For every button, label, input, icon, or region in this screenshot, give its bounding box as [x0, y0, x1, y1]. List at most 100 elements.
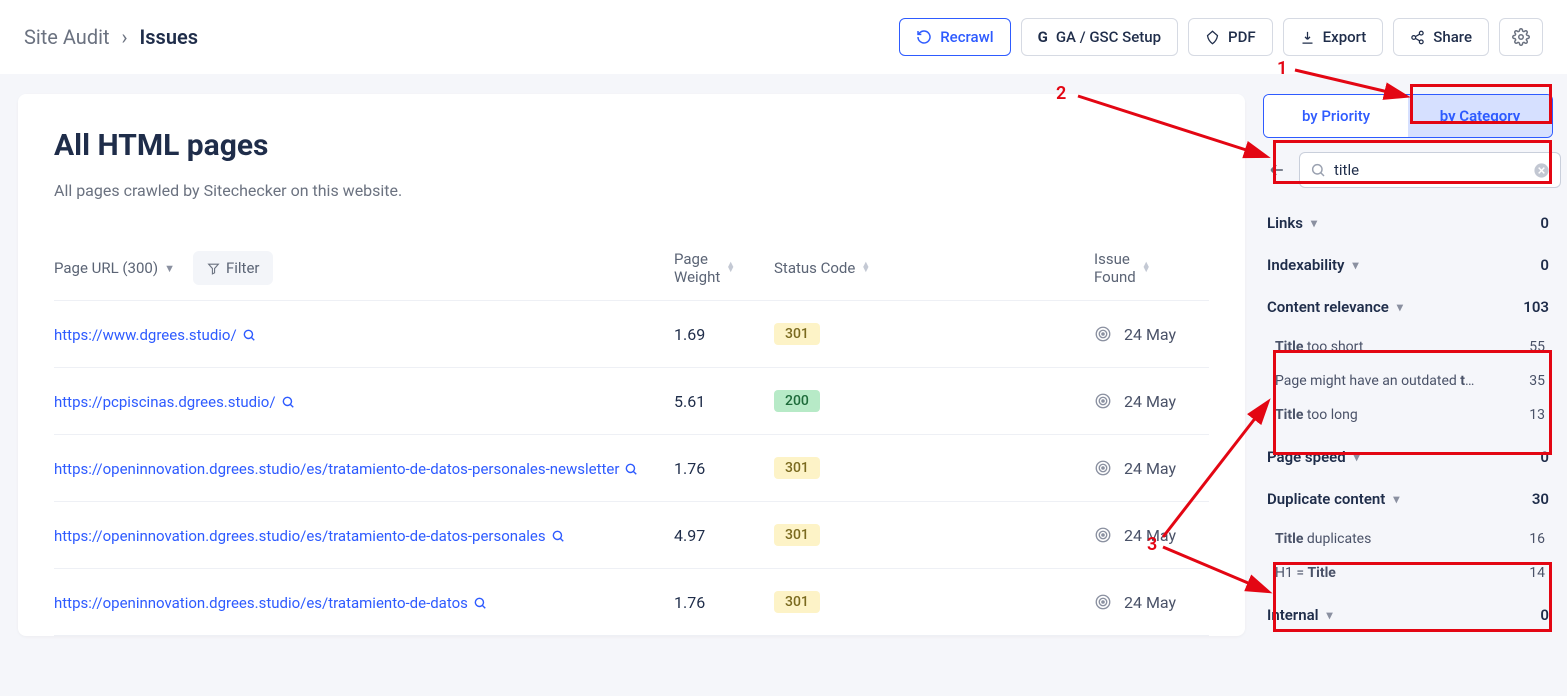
inspect-icon[interactable]	[242, 328, 256, 342]
refresh-icon	[916, 29, 932, 45]
category-count: 0	[1540, 256, 1549, 274]
table-row: https://openinnovation.dgrees.studio/es/…	[54, 569, 1209, 636]
col-found-l2[interactable]: Found	[1094, 268, 1136, 286]
main: All HTML pages All pages crawled by Site…	[0, 74, 1567, 636]
row-weight: 1.69	[674, 325, 774, 344]
chevron-down-icon: ▾	[1397, 300, 1403, 314]
bullseye-icon	[1094, 459, 1112, 477]
pdf-icon	[1205, 30, 1220, 45]
col-found-l1[interactable]: Issue	[1094, 250, 1136, 268]
row-url-link[interactable]: https://openinnovation.dgrees.studio/es/…	[54, 460, 619, 478]
category-label: Links	[1267, 214, 1303, 232]
download-icon	[1300, 30, 1315, 45]
issue-label: Title too short	[1275, 339, 1363, 355]
issue-count: 35	[1529, 373, 1545, 389]
bullseye-icon	[1094, 392, 1112, 410]
chevron-down-icon: ▾	[1354, 450, 1360, 464]
inspect-icon[interactable]	[281, 395, 295, 409]
ga-gsc-label: GA / GSC Setup	[1056, 28, 1161, 46]
category-links[interactable]: Links▾0	[1263, 202, 1553, 244]
share-button[interactable]: Share	[1393, 18, 1489, 56]
category-label: Content relevance	[1267, 298, 1389, 316]
bullseye-icon	[1094, 593, 1112, 611]
issue-count: 16	[1529, 531, 1545, 547]
issue-item[interactable]: Title too short 55	[1275, 330, 1545, 364]
row-url-link[interactable]: https://openinnovation.dgrees.studio/es/…	[54, 594, 468, 612]
pdf-label: PDF	[1228, 28, 1256, 46]
search-icon	[1310, 162, 1326, 178]
row-found: 24 May	[1094, 593, 1176, 612]
settings-button[interactable]	[1499, 18, 1543, 56]
inspect-icon[interactable]	[624, 462, 638, 476]
col-weight-l2[interactable]: Weight	[674, 268, 720, 286]
category-internal[interactable]: Internal▾0	[1263, 594, 1553, 636]
row-found: 24 May	[1094, 325, 1176, 344]
category-indexability[interactable]: Indexability▾0	[1263, 244, 1553, 286]
gear-icon	[1512, 28, 1530, 46]
inspect-icon[interactable]	[473, 596, 487, 610]
col-status-label[interactable]: Status Code	[774, 259, 855, 277]
page-subtitle: All pages crawled by Sitechecker on this…	[54, 181, 1209, 200]
issue-item[interactable]: Page might have an outdated t… 35	[1275, 364, 1545, 398]
issue-item[interactable]: Title too long13	[1275, 398, 1545, 432]
table-row: https://www.dgrees.studio/1.6930124 May	[54, 301, 1209, 368]
pdf-button[interactable]: PDF	[1188, 18, 1273, 56]
chevron-right-icon: ›	[122, 25, 128, 49]
share-label: Share	[1433, 28, 1472, 46]
export-button[interactable]: Export	[1283, 18, 1384, 56]
status-badge: 301	[774, 524, 820, 546]
category-items: Title duplicates16 H1 = Title 14	[1263, 520, 1553, 594]
search-row	[1263, 152, 1553, 188]
issue-item[interactable]: H1 = Title 14	[1275, 556, 1545, 590]
category-label: Indexability	[1267, 256, 1344, 274]
row-url-link[interactable]: https://www.dgrees.studio/	[54, 326, 237, 344]
sidebar: by Priority by Category Links▾0Indexabil…	[1263, 94, 1553, 636]
category-count: 0	[1540, 448, 1549, 466]
filter-button[interactable]: Filter	[193, 251, 274, 285]
category-count: 0	[1540, 214, 1549, 232]
table-body: https://www.dgrees.studio/1.6930124 Mayh…	[54, 301, 1209, 636]
recrawl-button[interactable]: Recrawl	[899, 18, 1010, 56]
status-badge: 200	[774, 390, 820, 412]
row-url-link[interactable]: https://openinnovation.dgrees.studio/es/…	[54, 527, 546, 545]
issue-count: 14	[1529, 565, 1545, 581]
issue-label: Page might have an outdated t…	[1275, 373, 1474, 389]
table-row: https://pcpiscinas.dgrees.studio/5.61200…	[54, 368, 1209, 435]
content-panel: All HTML pages All pages crawled by Site…	[18, 94, 1245, 636]
category-content-relevance[interactable]: Content relevance▾103	[1263, 286, 1553, 328]
issue-item[interactable]: Title duplicates16	[1275, 522, 1545, 556]
category-page-speed[interactable]: Page speed ▾ 0	[1263, 436, 1553, 478]
action-bar: Recrawl G GA / GSC Setup PDF Export Shar…	[899, 18, 1543, 56]
status-badge: 301	[774, 457, 820, 479]
category-duplicate-content[interactable]: Duplicate content▾30	[1263, 478, 1553, 520]
search-input[interactable]	[1334, 161, 1533, 179]
clear-icon[interactable]	[1533, 162, 1550, 179]
ga-gsc-button[interactable]: G GA / GSC Setup	[1021, 18, 1178, 56]
row-weight: 4.97	[674, 526, 774, 545]
category-count: 0	[1540, 606, 1549, 624]
category-label: Page speed	[1267, 448, 1346, 466]
recrawl-label: Recrawl	[940, 28, 993, 46]
row-found: 24 May	[1094, 392, 1176, 411]
col-weight-l1[interactable]: Page	[674, 250, 720, 268]
issue-count: 13	[1529, 407, 1545, 423]
row-url-link[interactable]: https://pcpiscinas.dgrees.studio/	[54, 393, 276, 411]
sort-icon[interactable]: ▲▼	[1142, 263, 1151, 273]
tab-by-category[interactable]: by Category	[1408, 95, 1552, 137]
status-badge: 301	[774, 591, 820, 613]
row-weight: 1.76	[674, 459, 774, 478]
row-weight: 1.76	[674, 593, 774, 612]
search-box	[1299, 152, 1561, 188]
issue-count: 55	[1529, 339, 1545, 355]
table-row: https://openinnovation.dgrees.studio/es/…	[54, 502, 1209, 569]
issue-label: H1 = Title	[1275, 565, 1336, 581]
inspect-icon[interactable]	[551, 529, 565, 543]
breadcrumb-root[interactable]: Site Audit	[24, 25, 110, 49]
sort-icon[interactable]: ▲▼	[861, 263, 870, 273]
chevron-down-icon: ▾	[1327, 608, 1333, 622]
back-icon[interactable]	[1267, 160, 1287, 180]
tab-by-priority[interactable]: by Priority	[1264, 95, 1408, 137]
col-url-label[interactable]: Page URL (300)	[54, 259, 158, 277]
chevron-down-icon[interactable]: ▼	[164, 262, 175, 275]
sort-icon[interactable]: ▲▼	[726, 263, 735, 273]
